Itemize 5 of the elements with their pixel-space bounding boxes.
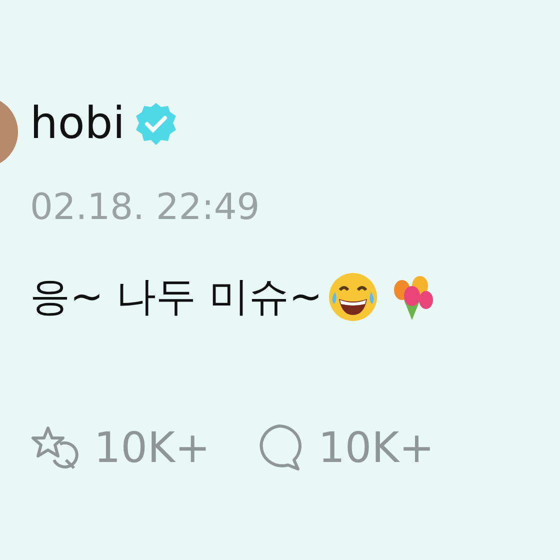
username[interactable]: hobi [30, 96, 125, 152]
like-count: 10K+ [94, 422, 210, 472]
post-text: 응~ 나두 미슈~ [30, 273, 322, 322]
comment-count: 10K+ [318, 422, 434, 472]
post-time: 02.18. 22:49 [30, 186, 261, 230]
